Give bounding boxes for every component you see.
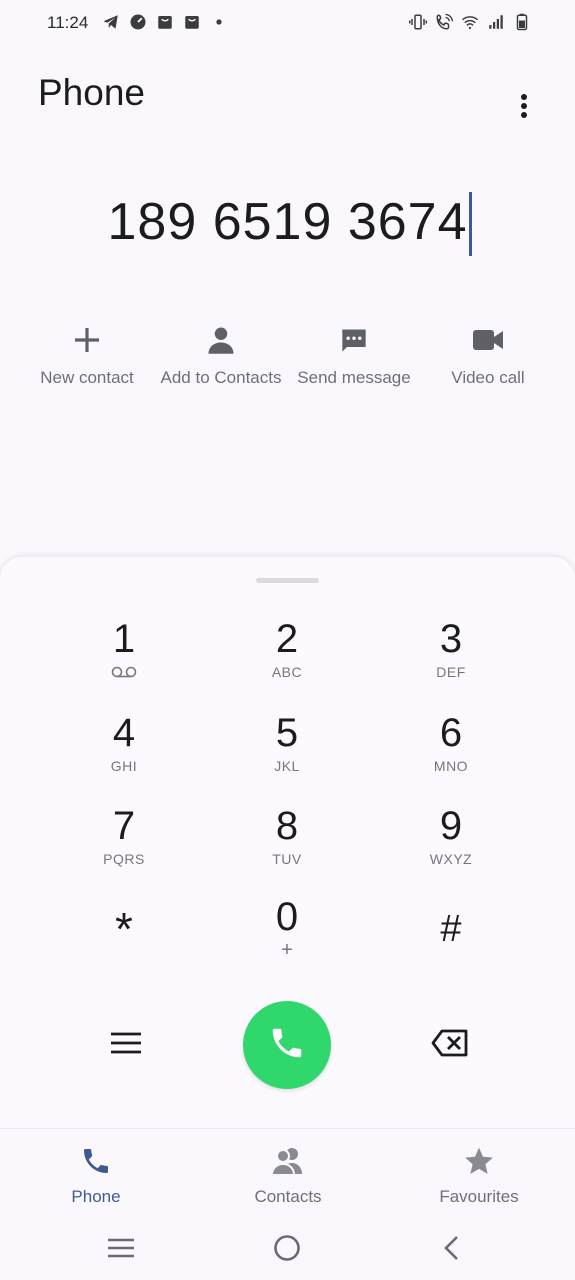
- home-button[interactable]: [267, 1234, 307, 1266]
- tab-favourites[interactable]: Favourites: [409, 1143, 549, 1207]
- shopping-bag-icon: [183, 12, 201, 32]
- star-icon: [409, 1143, 549, 1179]
- action-label: Send message: [297, 368, 411, 387]
- action-label: New contact: [40, 368, 134, 387]
- video-call-button[interactable]: Video call: [421, 318, 555, 388]
- menu-icon: [111, 1031, 141, 1060]
- dialed-number-field[interactable]: 189 6519 3674: [0, 192, 575, 256]
- key-letters: MNO: [433, 758, 469, 774]
- battery-icon: [513, 12, 531, 32]
- backspace-button[interactable]: [426, 1025, 474, 1065]
- videocam-icon: [421, 318, 555, 362]
- key-digit: 1: [112, 617, 136, 661]
- menu-button[interactable]: [104, 1025, 148, 1065]
- wifi-icon: [461, 12, 479, 32]
- key-digit: 2: [275, 617, 299, 661]
- shopping-bag-icon: [156, 12, 174, 32]
- key-8[interactable]: 8 TUV: [217, 803, 357, 889]
- key-digit: 7: [112, 804, 136, 848]
- system-navigation-bar: [0, 1220, 575, 1280]
- more-vert-icon: [520, 93, 528, 124]
- person-icon: [154, 318, 288, 362]
- key-9[interactable]: 9 WXYZ: [381, 803, 521, 889]
- phone-icon: [268, 1024, 306, 1067]
- vibrate-icon: [409, 12, 427, 32]
- plus-icon: [20, 318, 154, 362]
- recent-apps-button[interactable]: [101, 1234, 141, 1266]
- key-letters: GHI: [110, 758, 138, 774]
- voicemail-icon: [54, 666, 194, 678]
- speedometer-icon: [129, 12, 147, 32]
- telegram-icon: [102, 12, 120, 32]
- number-actions: New contact Add to Contacts Send message…: [0, 318, 575, 398]
- key-4[interactable]: 4 GHI: [54, 710, 194, 796]
- bottom-navigation: Phone Contacts Favourites: [0, 1128, 575, 1220]
- recents-icon: [107, 1237, 135, 1264]
- key-letters: +: [281, 939, 293, 961]
- call-button[interactable]: [243, 1001, 331, 1089]
- tab-label: Phone: [71, 1187, 121, 1206]
- back-chevron-icon: [442, 1235, 462, 1266]
- key-star[interactable]: *: [54, 906, 194, 992]
- home-circle-icon: [273, 1234, 301, 1267]
- key-digit: 9: [439, 804, 463, 848]
- key-7[interactable]: 7 PQRS: [54, 803, 194, 889]
- status-bar: 11:24: [0, 0, 575, 48]
- key-letters: WXYZ: [429, 851, 473, 867]
- key-digit: 6: [439, 711, 463, 755]
- drag-handle[interactable]: [256, 578, 319, 583]
- status-time: 11:24: [47, 13, 89, 32]
- key-letters: DEF: [436, 664, 466, 680]
- page-title: Phone: [38, 72, 145, 113]
- tab-contacts[interactable]: Contacts: [218, 1143, 358, 1207]
- key-digit: 4: [112, 711, 136, 755]
- contacts-icon: [218, 1143, 358, 1179]
- notification-icons: [102, 12, 228, 32]
- key-letters: PQRS: [103, 851, 145, 867]
- new-contact-button[interactable]: New contact: [20, 318, 154, 388]
- key-letters: TUV: [272, 851, 302, 867]
- tab-label: Contacts: [254, 1187, 322, 1206]
- message-icon: [287, 318, 421, 362]
- add-to-contacts-button[interactable]: Add to Contacts: [154, 318, 288, 388]
- key-hash[interactable]: #: [381, 906, 521, 992]
- system-status-icons: [409, 12, 531, 32]
- backspace-icon: [431, 1029, 469, 1062]
- key-2[interactable]: 2 ABC: [217, 616, 357, 702]
- signal-icon: [487, 12, 505, 32]
- phone-icon: [26, 1143, 166, 1179]
- key-digit: #: [440, 908, 462, 950]
- text-cursor: [468, 192, 472, 256]
- key-digit: 5: [275, 711, 299, 755]
- key-3[interactable]: 3 DEF: [381, 616, 521, 702]
- back-button[interactable]: [432, 1234, 472, 1266]
- wifi-call-icon: [435, 12, 453, 32]
- key-letters: JKL: [274, 758, 300, 774]
- key-0[interactable]: 0 +: [217, 894, 357, 980]
- key-digit: 0: [275, 895, 299, 939]
- action-label: Video call: [451, 368, 525, 387]
- key-6[interactable]: 6 MNO: [381, 710, 521, 796]
- tab-phone[interactable]: Phone: [26, 1143, 166, 1207]
- key-digit: *: [115, 903, 133, 955]
- key-1[interactable]: 1: [54, 616, 194, 702]
- dialed-number-text: 189 6519 3674: [107, 193, 468, 251]
- key-5[interactable]: 5 JKL: [217, 710, 357, 796]
- action-label: Add to Contacts: [160, 368, 282, 387]
- tab-label: Favourites: [439, 1187, 519, 1206]
- key-letters: ABC: [271, 664, 303, 680]
- dot-icon: [210, 12, 228, 32]
- key-digit: 3: [439, 617, 463, 661]
- more-options-button[interactable]: [506, 90, 542, 126]
- send-message-button[interactable]: Send message: [287, 318, 421, 388]
- key-digit: 8: [275, 804, 299, 848]
